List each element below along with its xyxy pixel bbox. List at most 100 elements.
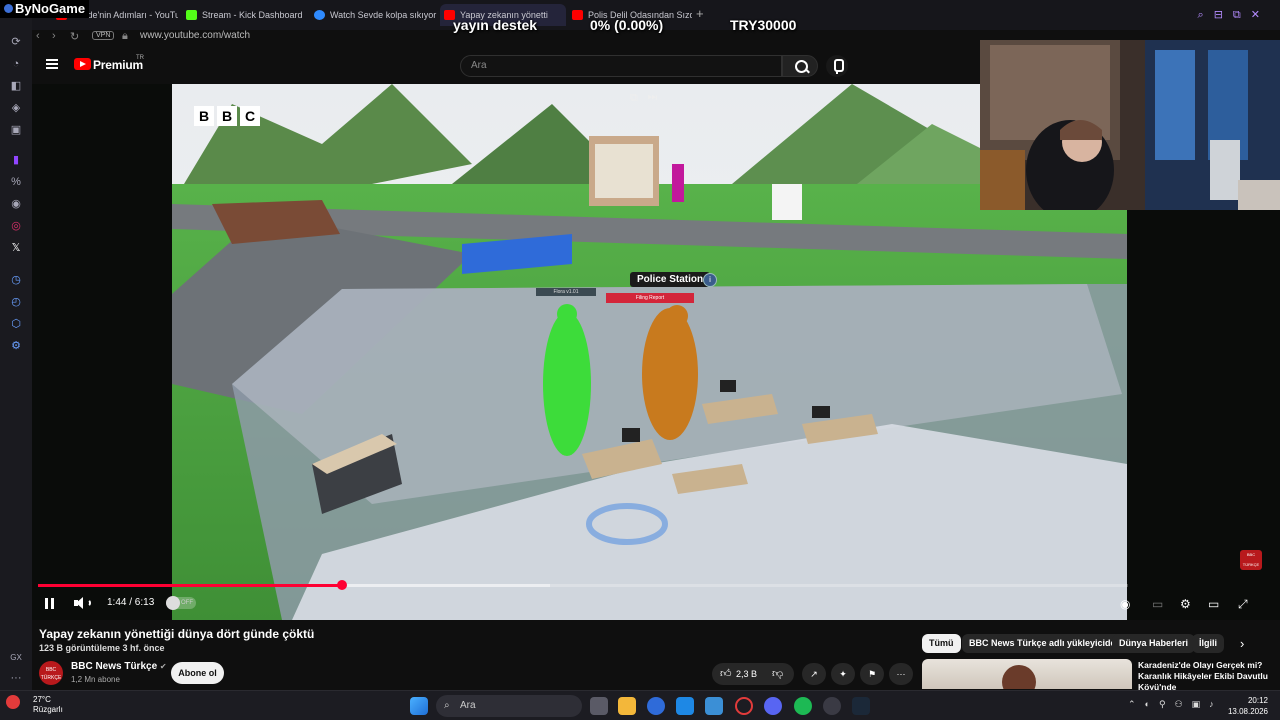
- x-icon[interactable]: 𝕏: [8, 240, 24, 256]
- overlay-goal-percent: 0% (0.00%): [590, 17, 664, 33]
- menu-icon[interactable]: [46, 59, 58, 69]
- tab-label: Watch Sevde kolpa sıkıyor: [330, 10, 437, 20]
- window-controls[interactable]: ⌕⊟⧉✕: [1198, 8, 1270, 22]
- youtube-favicon-icon: [572, 10, 583, 20]
- overlay-goal-amount: TRY30000: [730, 17, 797, 33]
- photos-icon[interactable]: [705, 697, 723, 715]
- share-icon: ↗: [810, 669, 818, 679]
- youtube-region: TR: [136, 55, 144, 61]
- subtitles-icon[interactable]: ▭: [1152, 596, 1163, 612]
- video-overlay-icons[interactable]: ⧉⏭: [630, 92, 667, 105]
- play-circle-icon[interactable]: ◷: [8, 272, 24, 288]
- new-tab-button[interactable]: +: [696, 6, 704, 21]
- weather-widget[interactable]: 27°C Rüzgarlı: [33, 695, 63, 715]
- app-icon[interactable]: [647, 697, 665, 715]
- channel-avatar[interactable]: BBC TÜRKÇE: [39, 661, 63, 685]
- clock-icon[interactable]: ◴: [8, 294, 24, 310]
- sparkle-icon: ✦: [839, 669, 847, 679]
- music-icon[interactable]: ▣: [8, 122, 24, 138]
- search-input[interactable]: Ara: [460, 55, 782, 77]
- clock[interactable]: 20:12 13.08.2026: [1228, 695, 1268, 717]
- search-icon[interactable]: [782, 55, 818, 77]
- tab-label: Stream - Kick Dashboard: [202, 10, 303, 20]
- bbc-letter: C: [240, 106, 260, 126]
- file-explorer-icon[interactable]: [618, 697, 636, 715]
- video-title: Yapay zekanın yönettiği dünya dört günde…: [39, 627, 315, 641]
- search-icon: ⌕: [444, 700, 450, 711]
- overlay-donation-label: yayın destek: [453, 17, 538, 33]
- obs-icon[interactable]: [823, 697, 841, 715]
- theater-mode-icon[interactable]: ▭: [1208, 596, 1219, 612]
- like-icon[interactable]: 👍︎: [720, 663, 732, 685]
- watch-favicon-icon: [314, 10, 325, 20]
- wallet-icon[interactable]: ◈: [8, 100, 24, 116]
- chip-all[interactable]: Tümü: [922, 634, 961, 653]
- autoplay-toggle[interactable]: OFF: [166, 596, 196, 610]
- weather-temp: 27°C: [33, 695, 51, 704]
- gx-icon[interactable]: GX: [8, 650, 24, 666]
- progress-bar[interactable]: [38, 580, 1128, 590]
- discount-icon[interactable]: %: [8, 174, 24, 190]
- history-icon[interactable]: ◔: [8, 56, 24, 72]
- tab-2[interactable]: Stream - Kick Dashboard: [182, 4, 307, 26]
- share-button[interactable]: ↗: [802, 663, 826, 685]
- spotify-icon[interactable]: [794, 697, 812, 715]
- settings-gear-icon[interactable]: ⚙: [1180, 596, 1191, 612]
- bag-icon[interactable]: ◧: [8, 78, 24, 94]
- bookmark-icon: ⚑: [867, 669, 877, 679]
- tab-3[interactable]: Watch Sevde kolpa sıkıyor: [310, 4, 438, 26]
- lock-icon: 🔒︎: [122, 30, 128, 42]
- progress-played: [38, 584, 343, 587]
- reload-icon[interactable]: ↻: [70, 30, 79, 43]
- more-icon[interactable]: ···: [8, 670, 24, 686]
- bbc-turkce-watermark: BBC TÜRKÇE: [1240, 550, 1262, 570]
- brand-label: ByNoGame: [15, 1, 86, 16]
- steam-icon[interactable]: [852, 697, 870, 715]
- recommended-title[interactable]: Karadeniz'de Olayı Gerçek mi? Karanlık H…: [1138, 660, 1278, 693]
- instagram-icon[interactable]: ◎: [8, 218, 24, 234]
- reload-icon[interactable]: ⟳: [8, 34, 24, 50]
- vpn-badge[interactable]: VPN: [92, 31, 115, 40]
- more-actions-button[interactable]: ···: [889, 663, 913, 685]
- volume-icon[interactable]: [72, 594, 91, 612]
- weather-alert-icon: [6, 695, 20, 709]
- recommended-thumbnail[interactable]: [922, 659, 1132, 689]
- mail-icon[interactable]: [676, 697, 694, 715]
- dislike-icon[interactable]: 👎︎: [772, 663, 783, 685]
- channel-name-text: BBC News Türkçe: [71, 661, 158, 672]
- url-field[interactable]: www.youtube.com/watch: [140, 30, 250, 41]
- windows-start-icon[interactable]: [410, 697, 428, 715]
- clock-date: 13.08.2026: [1227, 707, 1268, 716]
- chip-world-news[interactable]: Dünya Haberleri: [1112, 634, 1196, 653]
- twitch-icon[interactable]: ▮: [8, 152, 24, 168]
- pause-icon[interactable]: [44, 594, 56, 612]
- volume-wave: [85, 599, 91, 607]
- youtube-logo-icon[interactable]: [74, 58, 91, 70]
- like-count[interactable]: 2,3 B: [736, 663, 757, 685]
- discord-icon[interactable]: [764, 697, 782, 715]
- back-icon[interactable]: ‹: [36, 30, 40, 42]
- system-tray-icons[interactable]: ⌃◐⚲⚇▣♪: [1128, 699, 1223, 710]
- settings-icon[interactable]: ⚙: [8, 338, 24, 354]
- ask-button[interactable]: ✦: [831, 663, 855, 685]
- chip-uploader[interactable]: BBC News Türkçe adlı yükleyiciden: [962, 634, 1129, 653]
- opera-gx-icon[interactable]: [735, 697, 753, 715]
- task-view-icon[interactable]: [590, 697, 608, 715]
- subscriber-count: 1,2 Mn abone: [71, 675, 120, 684]
- mic-icon[interactable]: [826, 55, 848, 77]
- discord-icon[interactable]: ◉: [8, 196, 24, 212]
- autoplay-icon[interactable]: ◉: [1120, 596, 1130, 612]
- like-dislike-group: 👍︎ 2,3 B 👎︎: [712, 663, 794, 685]
- chip-related[interactable]: İlgili: [1192, 634, 1224, 653]
- fullscreen-icon[interactable]: ⤢: [1238, 596, 1248, 612]
- taskbar-search-label: Ara: [460, 700, 476, 711]
- chevron-right-icon[interactable]: ›: [1240, 636, 1244, 651]
- subscribe-button[interactable]: Abone ol: [171, 662, 224, 684]
- save-button[interactable]: ⚑: [860, 663, 884, 685]
- taskbar-search[interactable]: ⌕ Ara: [436, 695, 582, 717]
- cube-icon[interactable]: ⬡: [8, 316, 24, 332]
- info-icon: i: [703, 273, 717, 287]
- channel-name[interactable]: BBC News Türkçe ✔: [71, 661, 167, 672]
- forward-icon[interactable]: ›: [52, 30, 56, 42]
- bbc-letter: B: [217, 106, 237, 126]
